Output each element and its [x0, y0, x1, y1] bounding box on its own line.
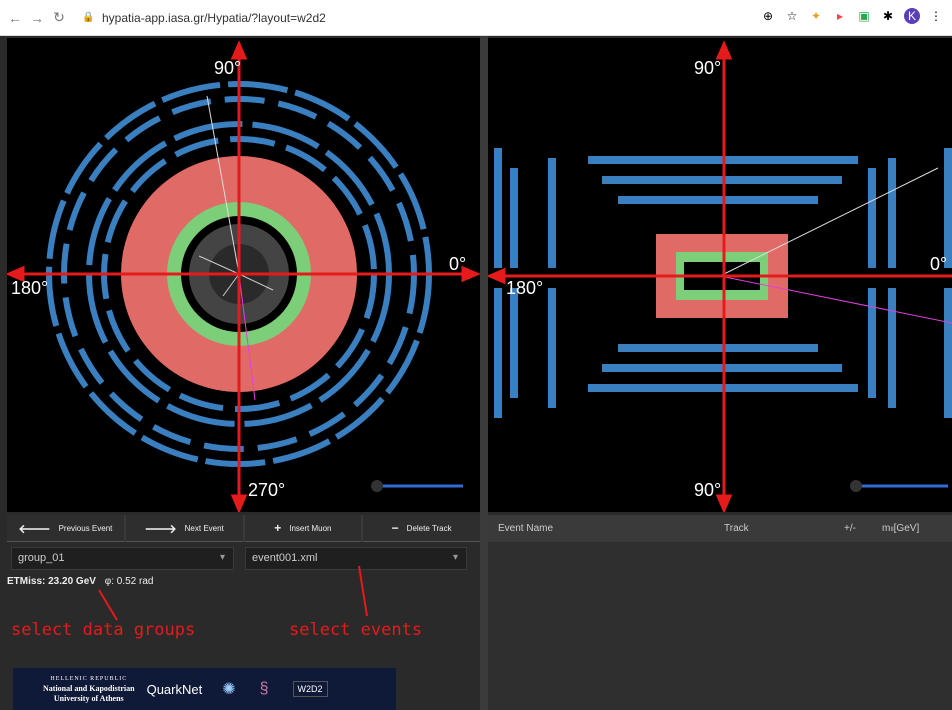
annotation-select-groups: select data groups: [11, 620, 196, 640]
longitudinal-view[interactable]: 90° 90° 180° 0°: [488, 38, 952, 512]
col-mass: mₗₗ[GeV]: [882, 523, 920, 534]
zoom-icon[interactable]: ⊕: [760, 8, 776, 24]
event-toolbar: 🡐 Previous Event 🡒 Next Event + Insert M…: [7, 515, 480, 542]
next-event-button[interactable]: 🡒 Next Event: [125, 515, 243, 542]
col-event-name: Event Name: [498, 523, 554, 534]
track-table-body: [488, 542, 952, 710]
axes: [488, 40, 952, 512]
angle-label-180: 180°: [11, 278, 48, 298]
transverse-view[interactable]: 90° 270° 180° 0°: [7, 38, 480, 512]
arrow-left-icon: 🡐: [18, 521, 51, 536]
angle-label-0: 0°: [930, 254, 947, 274]
arrow-right-icon: 🡒: [144, 521, 177, 536]
delete-track-button[interactable]: − Delete Track: [363, 515, 480, 542]
extension-icon[interactable]: ▣: [856, 8, 872, 24]
col-track: Track: [724, 523, 749, 534]
previous-event-button[interactable]: 🡐 Previous Event: [7, 515, 124, 542]
address-bar[interactable]: 🔒 hypatia-app.iasa.gr/Hypatia/?layout=w2…: [82, 11, 326, 25]
extensions-area: ⊕ ☆ ✦ ▸ ▣ ✱ K ⋮: [760, 8, 944, 24]
forward-arrow-icon[interactable]: →: [28, 9, 46, 27]
longitudinal-view-canvas: 90° 90° 180° 0°: [488, 40, 952, 512]
angle-label-90-bottom: 90°: [694, 480, 721, 500]
extension-icon[interactable]: ✦: [808, 8, 824, 24]
zoom-slider[interactable]: [371, 480, 463, 492]
browser-nav: ← → ↻: [6, 9, 68, 27]
insert-muon-button[interactable]: + Insert Muon: [244, 515, 362, 542]
puzzle-icon[interactable]: ✱: [880, 8, 896, 24]
browser-toolbar: ← → ↻ 🔒 hypatia-app.iasa.gr/Hypatia/?lay…: [0, 0, 952, 36]
event-selection-panel: group_01 ▾ event001.xml ▾ ETMiss: 23.20 …: [7, 542, 480, 710]
annotation-select-events: select events: [289, 620, 423, 640]
transverse-view-canvas: 90° 270° 180° 0°: [7, 40, 480, 512]
burst-logo-icon: ✺: [222, 681, 236, 698]
reload-icon[interactable]: ↻: [50, 9, 68, 27]
star-icon[interactable]: ☆: [784, 8, 800, 24]
avatar[interactable]: K: [904, 8, 920, 24]
menu-icon[interactable]: ⋮: [928, 8, 944, 24]
w2d2-logo: W2D2: [292, 681, 328, 697]
plus-icon: +: [274, 521, 282, 535]
angle-label-90-top: 90°: [694, 58, 721, 78]
sponsor-logos: HELLENIC REPUBLIC National and Kapodistr…: [13, 668, 396, 710]
angle-label-90: 90°: [214, 58, 241, 78]
lock-icon: 🔒: [82, 12, 95, 23]
uoa-logo: HELLENIC REPUBLIC National and Kapodistr…: [43, 676, 135, 703]
track-table-header: Event Name Track +/- mₗₗ[GeV]: [488, 515, 952, 542]
quarknet-logo: QuarkNet: [146, 681, 203, 697]
pane-divider[interactable]: [480, 36, 488, 710]
angle-label-180: 180°: [506, 278, 543, 298]
minus-icon: −: [391, 521, 399, 535]
angle-label-270: 270°: [248, 480, 285, 500]
zoom-slider[interactable]: [850, 480, 948, 492]
angle-label-0: 0°: [449, 254, 466, 274]
url-text: hypatia-app.iasa.gr/Hypatia/?layout=w2d2: [102, 10, 326, 25]
col-charge: +/-: [844, 523, 856, 534]
ippog-logo-icon: §: [259, 680, 269, 697]
back-arrow-icon[interactable]: ←: [6, 9, 24, 27]
extension-icon[interactable]: ▸: [832, 8, 848, 24]
